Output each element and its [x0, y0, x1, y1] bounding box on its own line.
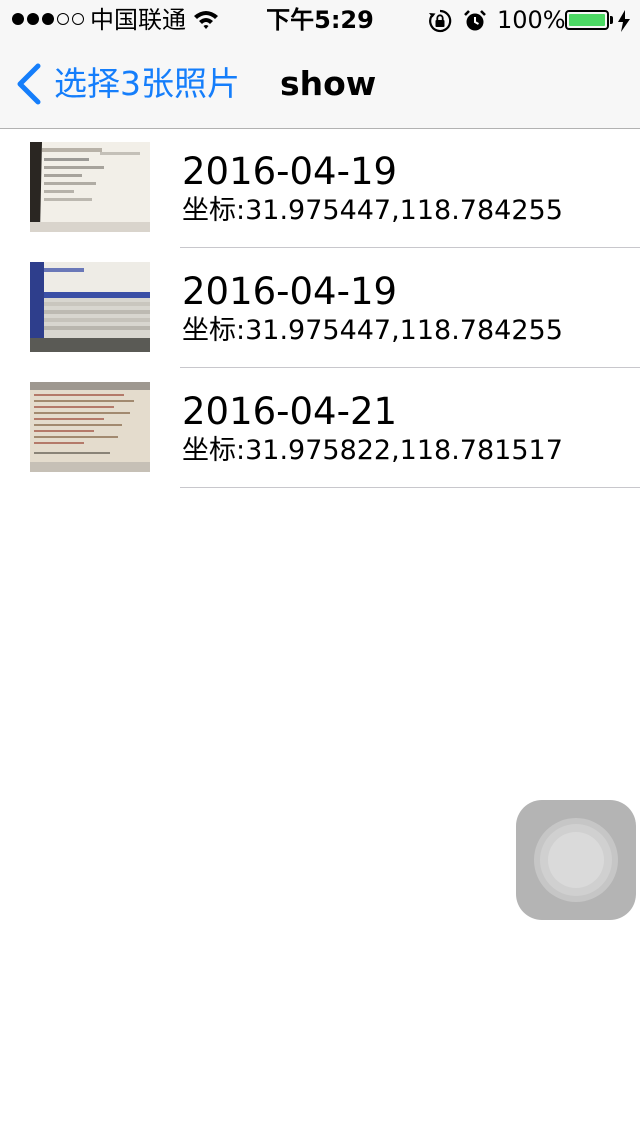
- photo-date: 2016-04-21: [182, 390, 398, 433]
- navigation-bar: 选择3张照片 show: [0, 40, 640, 129]
- photo-coordinates: 坐标:31.975822,118.781517: [182, 435, 563, 466]
- photo-coordinates: 坐标:31.975447,118.784255: [182, 315, 563, 346]
- screen: 中国联通 下午5:29 100% 选择3张照片 show 2016-04-19 …: [0, 0, 640, 1136]
- list-item[interactable]: 2016-04-19 坐标:31.975447,118.784255: [0, 248, 640, 368]
- photo-date: 2016-04-19: [182, 270, 398, 313]
- alarm-clock-icon: [464, 10, 486, 31]
- rotation-lock-icon: [429, 9, 452, 33]
- back-button-label: 选择3张照片: [54, 64, 240, 103]
- chevron-left-icon: [17, 63, 41, 105]
- battery-fill: [569, 14, 605, 26]
- list-item[interactable]: 2016-04-19 坐标:31.975447,118.784255: [0, 128, 640, 248]
- charging-bolt-icon: [618, 10, 630, 32]
- assistive-touch-center: [548, 832, 604, 888]
- row-separator: [180, 487, 640, 488]
- page-title: show: [280, 64, 377, 103]
- battery-icon: [565, 10, 609, 30]
- photo-date: 2016-04-19: [182, 150, 398, 193]
- assistive-touch-button[interactable]: [516, 800, 636, 920]
- back-button[interactable]: 选择3张照片: [14, 62, 240, 106]
- status-bar: 中国联通 下午5:29 100%: [0, 0, 640, 40]
- photo-thumbnail[interactable]: [30, 262, 150, 352]
- photo-coordinates: 坐标:31.975447,118.784255: [182, 195, 563, 226]
- battery-percentage: 100%: [497, 6, 566, 34]
- list-item[interactable]: 2016-04-21 坐标:31.975822,118.781517: [0, 368, 640, 488]
- battery-tip: [610, 16, 613, 24]
- photo-thumbnail[interactable]: [30, 382, 150, 472]
- photo-list: 2016-04-19 坐标:31.975447,118.784255 2016-…: [0, 128, 640, 488]
- photo-thumbnail[interactable]: [30, 142, 150, 232]
